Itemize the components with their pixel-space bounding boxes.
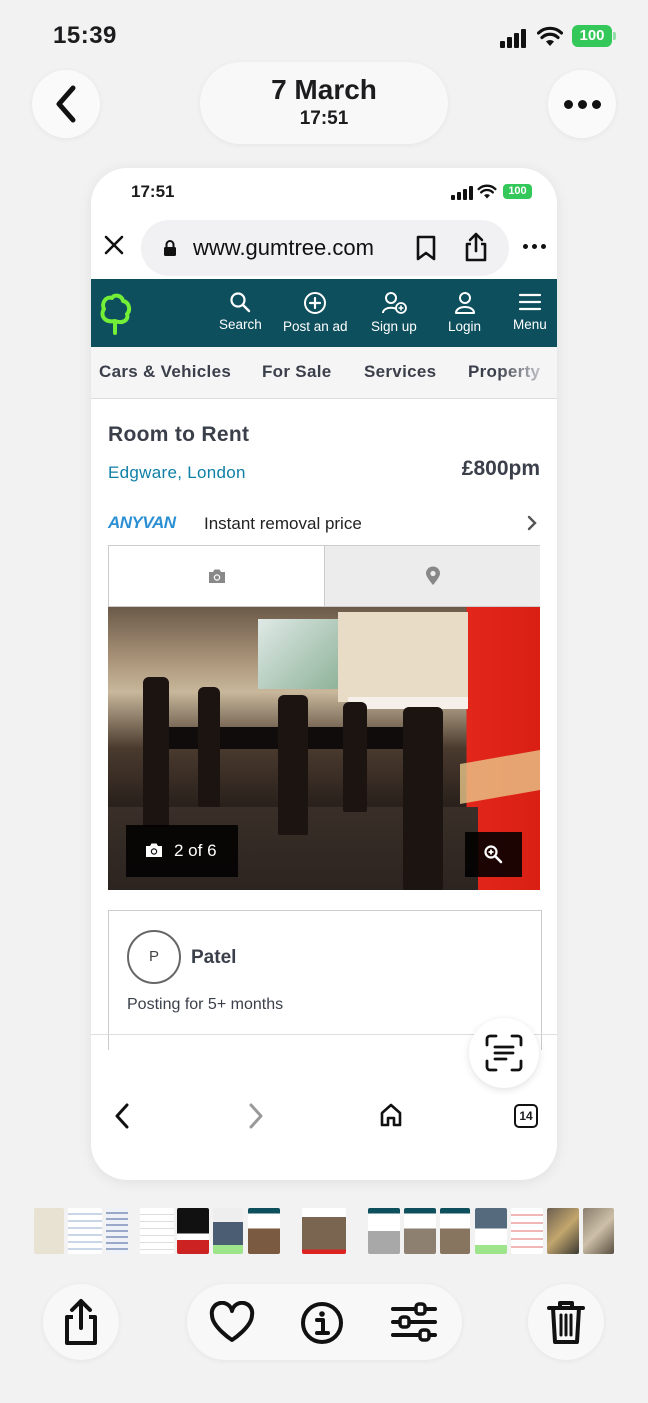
thumbnail[interactable] (213, 1208, 243, 1254)
photo-counter: 2 of 6 (126, 825, 238, 877)
category-bar: Cars & Vehicles For Sale Services Proper… (91, 347, 557, 399)
tab-map[interactable] (324, 546, 540, 606)
thumbnail[interactable] (404, 1208, 436, 1254)
adjust-icon[interactable] (390, 1301, 438, 1343)
thumbnail[interactable] (440, 1208, 470, 1254)
nav-post-ad[interactable]: Post an ad (283, 291, 348, 334)
listing-price: £800pm (461, 457, 540, 480)
category-for-sale[interactable]: For Sale (262, 362, 331, 382)
status-bar: 15:39 100 (0, 18, 648, 54)
media-tabs (108, 545, 540, 607)
anyvan-text: Instant removal price (204, 514, 362, 533)
nav-search[interactable]: Search (219, 291, 262, 332)
nav-sign-up-label: Sign up (371, 319, 417, 334)
chevron-left-icon (56, 85, 76, 123)
zoom-in-icon (484, 845, 503, 864)
avatar: P (127, 930, 181, 984)
status-time: 15:39 (53, 22, 117, 49)
thumbnail[interactable] (68, 1208, 102, 1254)
category-cars-vehicles[interactable]: Cars & Vehicles (99, 362, 231, 382)
photo-counter-text: 2 of 6 (174, 841, 217, 860)
nav-search-label: Search (219, 317, 262, 332)
gumtree-logo[interactable] (98, 293, 132, 335)
trash-icon (547, 1301, 585, 1344)
signal-icon (451, 186, 473, 200)
wifi-icon (537, 26, 563, 46)
thumbnail[interactable] (140, 1208, 174, 1254)
map-pin-icon (425, 566, 440, 585)
user-icon (454, 292, 475, 314)
battery-indicator: 100 (572, 25, 616, 47)
search-icon (230, 292, 251, 313)
screenshot-preview[interactable]: 17:51 100 www.gumtree.com Search Post an (91, 168, 557, 1180)
thumbnail[interactable] (475, 1208, 507, 1254)
zoom-button[interactable] (465, 832, 522, 877)
thumbnail[interactable] (511, 1208, 543, 1254)
listing-location[interactable]: Edgware, London (108, 463, 246, 483)
wifi-icon (477, 184, 497, 199)
phone-status-bar: 17:51 100 (91, 178, 557, 204)
chevron-right-icon[interactable] (247, 1102, 265, 1130)
info-icon[interactable] (300, 1301, 344, 1345)
live-text-button[interactable] (469, 1018, 539, 1088)
seller-name: Patel (191, 947, 237, 968)
add-user-icon (381, 292, 407, 314)
thumbnail-strip (34, 1208, 614, 1254)
plus-circle-icon (304, 292, 327, 314)
gumtree-navbar: Search Post an ad Sign up Login Menu (91, 279, 557, 347)
more-icon (563, 99, 601, 109)
heart-icon[interactable] (209, 1301, 255, 1343)
camera-icon (208, 569, 225, 583)
nav-post-ad-label: Post an ad (283, 319, 348, 334)
more-button[interactable] (548, 70, 616, 138)
more-icon[interactable] (523, 244, 546, 249)
url-text: www.gumtree.com (193, 235, 374, 260)
thumbnail[interactable] (302, 1208, 346, 1254)
browser-url-bar: www.gumtree.com (91, 218, 557, 278)
share-icon (65, 1299, 97, 1345)
nav-login-label: Login (448, 319, 482, 334)
thumbnail[interactable] (547, 1208, 579, 1254)
back-button[interactable] (32, 70, 100, 138)
date-label: 7 March (271, 74, 377, 105)
nav-sign-up[interactable]: Sign up (371, 291, 417, 334)
listing-photo[interactable]: 2 of 6 (108, 607, 540, 890)
thumbnail[interactable] (177, 1208, 209, 1254)
thumbnail[interactable] (583, 1208, 614, 1254)
home-icon[interactable] (379, 1102, 403, 1128)
nav-menu-label: Menu (513, 317, 547, 332)
time-label: 17:51 (299, 108, 349, 129)
signal-icon (500, 28, 530, 48)
listing-title: Room to Rent (108, 423, 250, 446)
thumbnail[interactable] (106, 1208, 128, 1254)
anyvan-logo: ANYVAN (108, 513, 176, 532)
share-icon[interactable] (464, 232, 488, 262)
thumbnail[interactable] (368, 1208, 400, 1254)
battery-indicator: 100 (503, 184, 532, 199)
bookmark-icon[interactable] (415, 235, 437, 261)
date-header: 7 March 17:51 (200, 62, 448, 144)
camera-icon (146, 843, 162, 857)
photo-actions-pill (187, 1284, 462, 1360)
seller-posting-duration: Posting for 5+ months (127, 996, 284, 1013)
category-services[interactable]: Services (364, 362, 436, 382)
close-icon[interactable] (103, 234, 125, 256)
anyvan-banner[interactable]: ANYVAN Instant removal price (108, 513, 538, 535)
phone-status-time: 17:51 (131, 182, 175, 201)
thumbnail[interactable] (248, 1208, 280, 1254)
share-button[interactable] (43, 1284, 119, 1360)
browser-toolbar: 14 (91, 1088, 557, 1148)
text-scan-icon (485, 1034, 523, 1072)
chevron-right-icon (527, 515, 537, 531)
chevron-left-icon[interactable] (113, 1102, 131, 1130)
tab-count-button[interactable]: 14 (514, 1104, 538, 1128)
hamburger-icon (518, 293, 541, 311)
tab-photos[interactable] (109, 546, 324, 606)
lock-icon (164, 240, 176, 256)
delete-button[interactable] (528, 1284, 604, 1360)
address-field[interactable]: www.gumtree.com (141, 220, 509, 276)
nav-login[interactable]: Login (448, 291, 481, 334)
thumbnail[interactable] (34, 1208, 64, 1254)
nav-menu[interactable]: Menu (513, 291, 547, 332)
